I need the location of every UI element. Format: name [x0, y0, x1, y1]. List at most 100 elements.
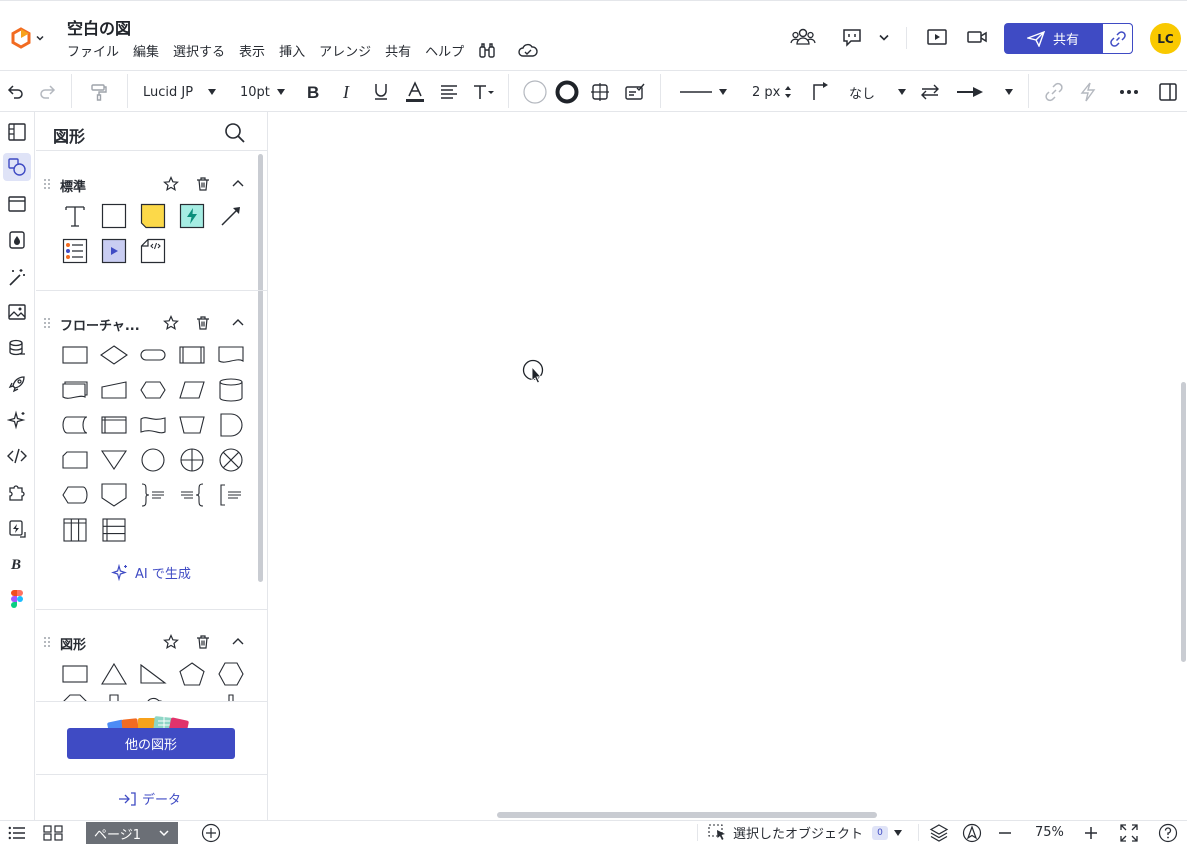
brand-b-icon[interactable]: B	[3, 550, 31, 578]
collaborators-icon[interactable]	[790, 27, 816, 47]
shape-block[interactable]	[99, 201, 129, 231]
frame-icon[interactable]	[3, 190, 31, 218]
shape-text[interactable]	[60, 201, 90, 231]
document-title[interactable]: 空白の図	[67, 15, 131, 39]
shape-card[interactable]	[60, 445, 90, 475]
text-options-icon[interactable]	[472, 71, 496, 113]
app-logo-menu[interactable]	[10, 27, 45, 49]
shape-off-page-connector[interactable]	[99, 480, 129, 510]
shape-action[interactable]	[177, 201, 207, 231]
ai-sparkle-icon[interactable]	[3, 406, 31, 434]
section-header-standard[interactable]: 標準	[36, 172, 258, 196]
cloud-saved-icon[interactable]	[518, 42, 538, 60]
shape-manual-operation[interactable]	[177, 410, 207, 440]
section-header-shapes[interactable]: 図形	[36, 630, 258, 654]
text-align-icon[interactable]	[439, 71, 459, 113]
star-icon[interactable]	[163, 176, 179, 192]
shape-delay[interactable]	[216, 410, 246, 440]
font-size-select[interactable]: 10pt	[240, 71, 286, 113]
link-icon[interactable]	[1044, 71, 1064, 113]
redo-icon[interactable]	[38, 71, 58, 113]
grid-view-icon[interactable]	[43, 821, 63, 844]
add-page-icon[interactable]	[201, 821, 221, 844]
shape-connector[interactable]	[138, 445, 168, 475]
more-shapes-button[interactable]: 他の図形	[67, 728, 235, 759]
shape-arrow-line[interactable]	[216, 201, 246, 231]
lightning-icon[interactable]	[1079, 71, 1097, 113]
copy-link-button[interactable]	[1102, 23, 1133, 54]
font-family-select[interactable]: Lucid JP	[143, 71, 217, 113]
page-tab[interactable]: ページ1	[86, 822, 178, 844]
trash-icon[interactable]	[195, 634, 211, 650]
help-icon[interactable]	[1158, 821, 1178, 844]
shape-decision[interactable]	[99, 340, 129, 370]
shape-list[interactable]	[60, 236, 90, 266]
list-view-icon[interactable]	[8, 821, 26, 844]
canvas-horizontal-scrollbar[interactable]	[497, 812, 877, 818]
format-painter-icon[interactable]	[89, 71, 109, 113]
shape-style-icon[interactable]	[590, 71, 610, 113]
text-color-icon[interactable]	[405, 71, 425, 113]
shape-sticky-note[interactable]	[138, 201, 168, 231]
chevron-up-icon[interactable]	[231, 315, 245, 331]
zoom-out-icon[interactable]	[997, 821, 1013, 844]
menu-insert[interactable]: 挿入	[279, 41, 305, 60]
menu-edit[interactable]: 編集	[133, 41, 159, 60]
menu-view[interactable]: 表示	[239, 41, 265, 60]
chevron-down-icon[interactable]	[159, 829, 169, 837]
menu-select[interactable]: 選択する	[173, 41, 225, 60]
line-start-select[interactable]: なし	[849, 71, 907, 113]
trash-icon[interactable]	[195, 176, 211, 192]
shape-process[interactable]	[60, 340, 90, 370]
shape-manual-input[interactable]	[99, 375, 129, 405]
shape-or[interactable]	[177, 445, 207, 475]
panel-scrollbar[interactable]	[258, 154, 263, 582]
image-icon[interactable]	[3, 298, 31, 326]
figma-icon[interactable]	[3, 585, 31, 613]
drag-handle-icon[interactable]	[43, 317, 51, 329]
elbow-connector-icon[interactable]	[810, 71, 832, 113]
shape-embed[interactable]	[138, 236, 168, 266]
star-icon[interactable]	[163, 634, 179, 650]
menu-share[interactable]: 共有	[385, 41, 411, 60]
pages-panel-icon[interactable]	[3, 118, 31, 146]
code-icon[interactable]	[3, 442, 31, 470]
shape-swimlane-vertical[interactable]	[60, 515, 90, 545]
magic-wand-icon[interactable]	[3, 263, 31, 291]
shape-cloud[interactable]	[138, 693, 168, 701]
trash-icon[interactable]	[195, 315, 211, 331]
shape-video[interactable]	[99, 236, 129, 266]
theme-fill-icon[interactable]	[3, 226, 31, 254]
shape-merge[interactable]	[99, 445, 129, 475]
drag-handle-icon[interactable]	[43, 636, 51, 648]
shape-right-triangle[interactable]	[138, 659, 168, 689]
line-color-icon[interactable]	[554, 71, 580, 113]
search-icon[interactable]	[224, 122, 246, 144]
shape-database[interactable]	[216, 375, 246, 405]
shape-terminator[interactable]	[138, 340, 168, 370]
data-link-icon[interactable]	[3, 334, 31, 362]
shape-preparation[interactable]	[138, 375, 168, 405]
star-icon[interactable]	[163, 315, 179, 331]
comments-dropdown-icon[interactable]	[878, 33, 890, 43]
line-end-select[interactable]	[956, 71, 1014, 113]
selected-objects-dropdown[interactable]: 選択したオブジェクト 0	[708, 821, 903, 844]
layers-icon[interactable]	[929, 821, 949, 844]
comments-icon[interactable]	[842, 27, 862, 47]
canvas-vertical-scrollbar[interactable]	[1181, 382, 1186, 662]
share-button[interactable]: 共有	[1004, 23, 1133, 54]
automation-icon[interactable]	[3, 515, 31, 543]
shape-swimlane-horizontal[interactable]	[99, 515, 129, 545]
present-icon[interactable]	[926, 27, 948, 47]
ai-generate-link[interactable]: AI で生成	[111, 563, 191, 582]
shape-brace-note[interactable]	[138, 480, 168, 510]
fill-color-icon[interactable]	[522, 71, 548, 113]
puzzle-icon[interactable]	[3, 478, 31, 506]
shape-cross[interactable]	[99, 693, 129, 701]
data-panel-link[interactable]: データ	[118, 789, 181, 808]
shape-arrow-up[interactable]	[216, 693, 246, 701]
undo-icon[interactable]	[5, 71, 25, 113]
line-style-select[interactable]	[680, 71, 728, 113]
chevron-up-icon[interactable]	[231, 176, 245, 192]
shape-paper-tape[interactable]	[138, 410, 168, 440]
